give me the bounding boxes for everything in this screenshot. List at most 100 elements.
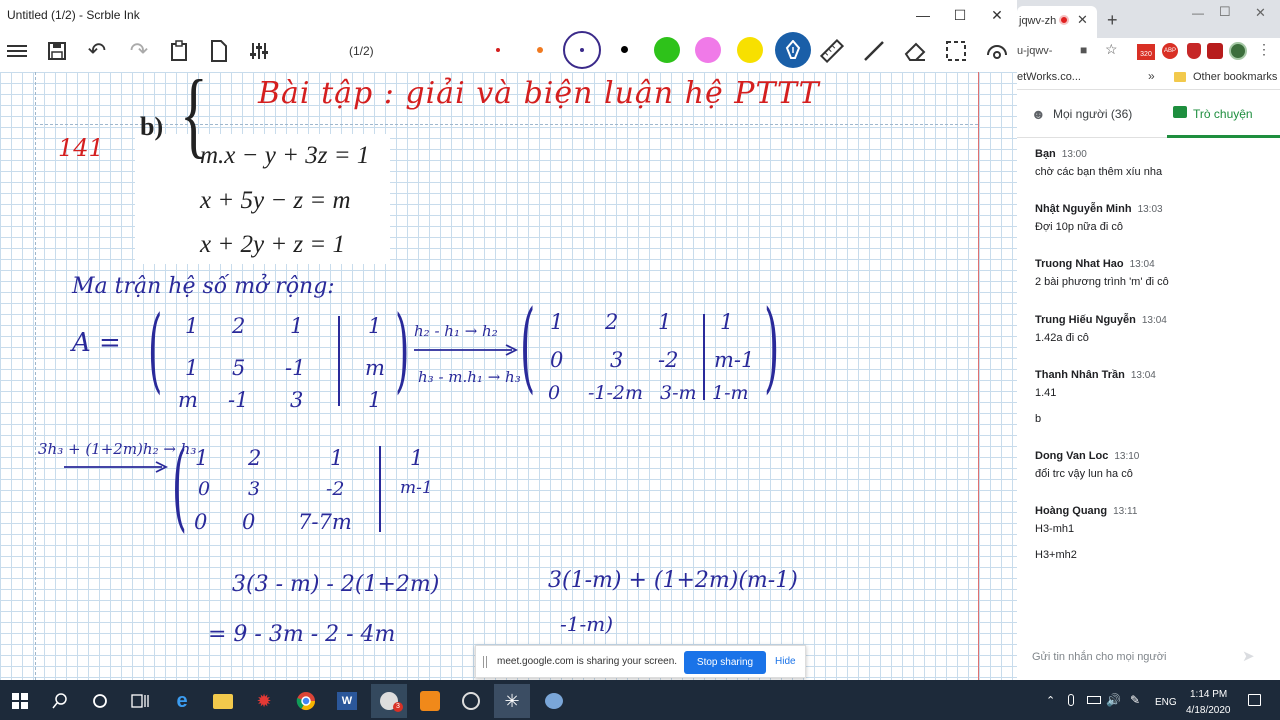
- chat-message: Hoàng Quang 13:11 H3-mh1 H3+mh2: [1035, 505, 1137, 561]
- close-button[interactable]: ✕: [978, 0, 1016, 30]
- hide-button[interactable]: Hide: [775, 656, 796, 667]
- word-icon[interactable]: W: [329, 684, 365, 718]
- scrble-app-icon[interactable]: ✳: [494, 684, 530, 718]
- cortana-icon[interactable]: [82, 684, 118, 718]
- browser-maximize-icon[interactable]: ☐: [1219, 4, 1231, 20]
- clock-date[interactable]: 4/18/2020: [1186, 705, 1231, 716]
- microphone-icon[interactable]: [1068, 694, 1074, 706]
- color-green-swatch[interactable]: [654, 37, 680, 63]
- chat-time: 13:11: [1113, 506, 1138, 517]
- adblock-icon[interactable]: ABP: [1162, 43, 1178, 59]
- chat-sender: Thanh Nhân Trần: [1035, 369, 1125, 381]
- operation-1-arrow: [414, 344, 519, 356]
- ublock-icon[interactable]: [1207, 43, 1223, 59]
- search-icon[interactable]: [42, 684, 78, 718]
- undo-icon[interactable]: ↶: [84, 38, 110, 64]
- heading-text: Bài tập : giải và biện luận hệ PTTT: [258, 76, 820, 111]
- bookmark-networks[interactable]: etWorks.co...: [1017, 71, 1081, 83]
- edge-icon[interactable]: e: [164, 684, 200, 718]
- chat-text: 1.41: [1035, 387, 1057, 399]
- matrix2-divider: [703, 314, 705, 400]
- view-icon[interactable]: [984, 38, 1010, 64]
- select-tool-icon[interactable]: [943, 38, 969, 64]
- notification-icon[interactable]: [1248, 694, 1261, 706]
- color-pink-swatch[interactable]: [695, 37, 721, 63]
- send-icon[interactable]: ➤: [1242, 647, 1255, 665]
- camera-icon[interactable]: ■: [1080, 43, 1087, 57]
- color-yellow-swatch[interactable]: [737, 37, 763, 63]
- pen-workspace-icon[interactable]: ✎: [1130, 693, 1140, 707]
- battery-icon[interactable]: [1087, 696, 1101, 704]
- pen-tool-icon[interactable]: [775, 32, 811, 68]
- chat-sender: Trung Hiếu Nguyễn: [1035, 314, 1136, 326]
- chat-text: đổi trc vậy lun ha cô: [1035, 468, 1133, 480]
- chat-time: 13:10: [1114, 451, 1140, 462]
- color-orange-swatch[interactable]: [537, 47, 543, 53]
- shield-icon[interactable]: [1187, 43, 1201, 59]
- browser-tab-bar: jqwv-zh ✕ + — ☐ ✕: [1017, 0, 1280, 38]
- eraser-icon[interactable]: [902, 38, 928, 64]
- redo-icon[interactable]: ↷: [126, 38, 152, 64]
- tray-expand-icon[interactable]: ⌃: [1046, 694, 1055, 707]
- m3-r2c2: 3: [248, 478, 261, 500]
- new-tab-icon[interactable]: +: [1107, 10, 1118, 31]
- m1-r3c1: m: [178, 388, 198, 412]
- m1-r3c2: -1: [228, 388, 249, 412]
- drag-handle-icon[interactable]: [483, 656, 487, 668]
- task-view-icon[interactable]: [122, 684, 158, 718]
- matrix1-right-paren: ): [395, 296, 410, 403]
- chat-icon: [1173, 106, 1187, 118]
- new-page-icon[interactable]: [206, 38, 232, 64]
- chrome-app-icon[interactable]: 3: [371, 684, 407, 718]
- stop-sharing-button[interactable]: Stop sharing: [684, 651, 766, 674]
- operation-2-arrow: [64, 461, 169, 473]
- chat-input[interactable]: Gửi tin nhắn cho mọi người: [1032, 651, 1166, 663]
- bookmarks-more[interactable]: »: [1148, 69, 1155, 83]
- browser-close-icon[interactable]: ✕: [1255, 5, 1266, 21]
- clock-time[interactable]: 1:14 PM: [1190, 689, 1227, 700]
- right-margin-line: [978, 72, 979, 680]
- menu-icon[interactable]: [4, 38, 30, 64]
- tab-chat-underline: [1167, 135, 1280, 138]
- ruler-icon[interactable]: [819, 38, 845, 64]
- browser-minimize-icon[interactable]: —: [1192, 6, 1204, 20]
- m1-r1c3: 1: [290, 314, 304, 338]
- volume-icon[interactable]: 🔊: [1106, 693, 1121, 707]
- gmail-badge-icon[interactable]: 320: [1137, 44, 1155, 60]
- star-icon[interactable]: ☆: [1105, 41, 1118, 58]
- chat-text: b: [1035, 413, 1042, 425]
- address-text: u-jqwv-: [1017, 45, 1053, 57]
- tab-close-icon[interactable]: ✕: [1077, 12, 1088, 28]
- orange-app-icon[interactable]: [412, 684, 448, 718]
- m2-r3c2: -1-2m: [588, 382, 644, 404]
- chat-text: 2 bài phương trình 'm' đi cô: [1035, 276, 1169, 288]
- file-explorer-icon[interactable]: [205, 684, 241, 718]
- avatar[interactable]: [1229, 42, 1247, 60]
- paint-icon[interactable]: [536, 684, 572, 718]
- browser-menu-icon[interactable]: ⋮: [1257, 41, 1271, 58]
- m2-r1c4: 1: [720, 310, 734, 334]
- obs-icon[interactable]: [453, 684, 489, 718]
- color-red-swatch[interactable]: [496, 48, 500, 52]
- m2-r2c1: 0: [550, 348, 564, 372]
- chat-time: 13:03: [1137, 204, 1163, 215]
- tab-people[interactable]: Mọi người (36): [1053, 107, 1132, 121]
- bookmark-other[interactable]: Other bookmarks: [1193, 71, 1277, 83]
- color-black-swatch[interactable]: [621, 46, 628, 53]
- tab-chat[interactable]: Trò chuyện: [1193, 107, 1253, 121]
- save-icon[interactable]: [44, 38, 70, 64]
- maximize-button[interactable]: ☐: [941, 0, 979, 30]
- chat-text: chờ các bạn thêm xíu nha: [1035, 166, 1163, 178]
- header-line: [35, 124, 978, 125]
- m1-r3c3: 3: [290, 388, 304, 412]
- chrome-badge: 3: [393, 702, 403, 712]
- calc-left-line-1: 3(3 - m) - 2(1+2m): [232, 572, 440, 597]
- chrome-icon[interactable]: [288, 684, 324, 718]
- windows-start-icon[interactable]: [2, 684, 38, 718]
- line-tool-icon[interactable]: [861, 38, 887, 64]
- minimize-button[interactable]: —: [904, 0, 942, 30]
- language-indicator[interactable]: ENG: [1155, 697, 1177, 708]
- address-bar[interactable]: u-jqwv- ■ ☆ 320 ABP ⋮: [1017, 38, 1280, 64]
- settings-sliders-icon[interactable]: [246, 38, 272, 64]
- app-icon-red[interactable]: ✹: [246, 684, 282, 718]
